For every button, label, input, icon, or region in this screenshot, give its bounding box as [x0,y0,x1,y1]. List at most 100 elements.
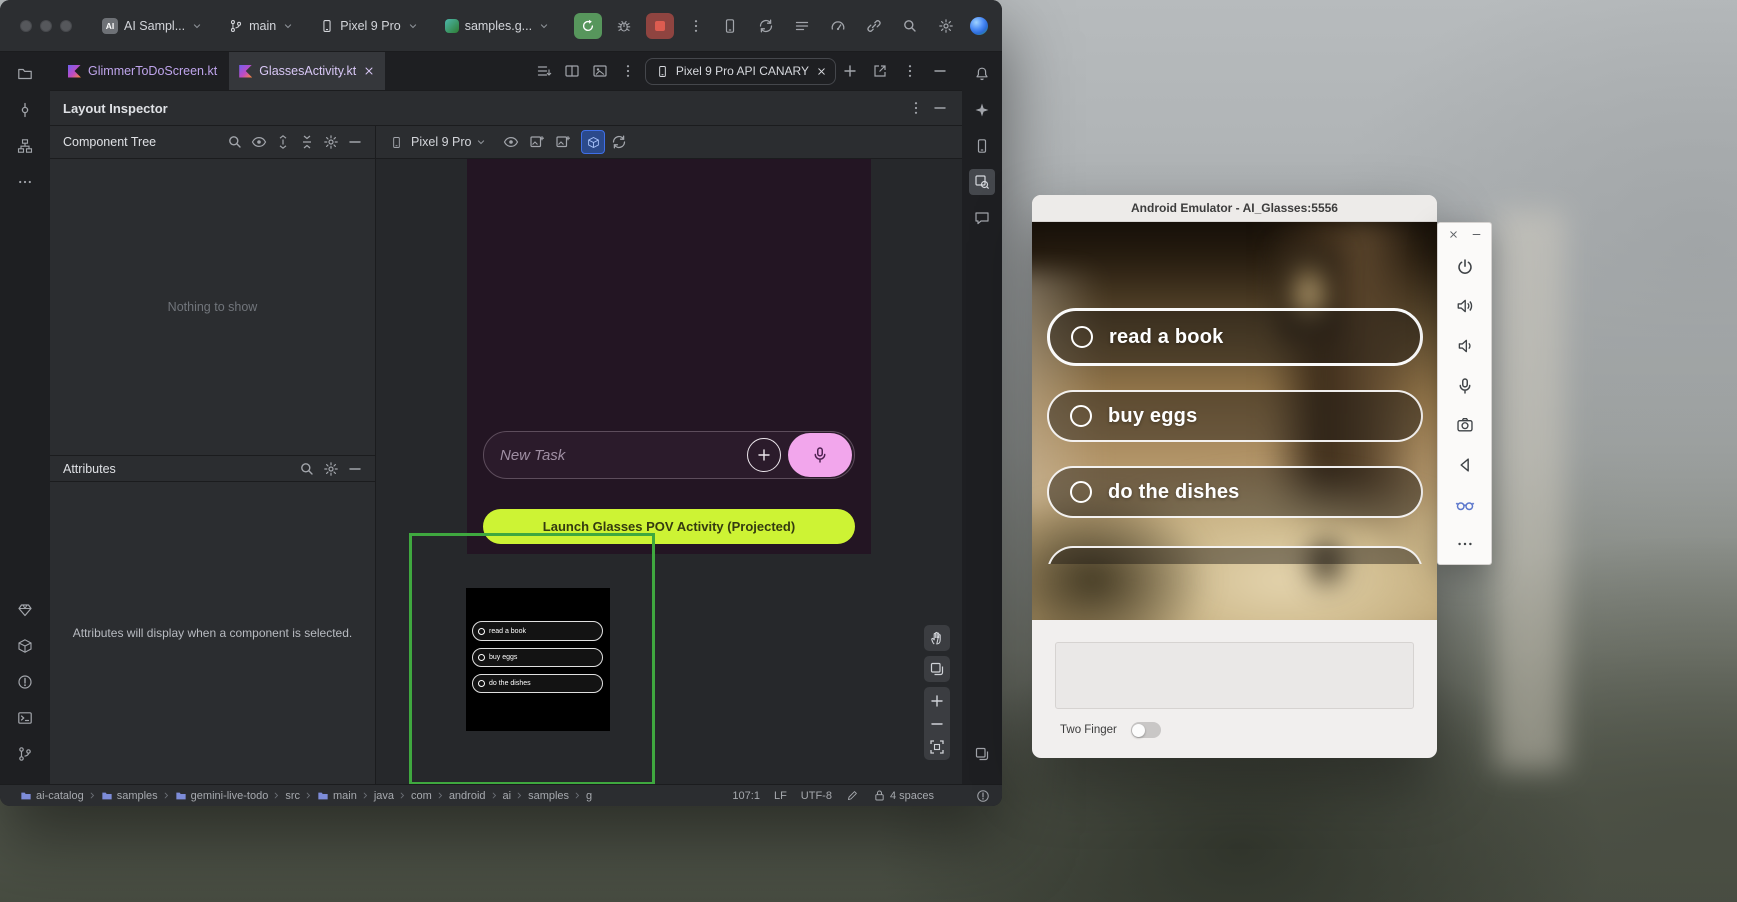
checkbox-circle-icon[interactable] [1070,481,1092,503]
zoom-in-button[interactable] [924,689,950,712]
pencil-icon[interactable] [846,789,859,802]
commit-tool-button[interactable] [12,97,38,123]
indent-widget[interactable]: 4 spaces [873,789,934,802]
branch-selector[interactable]: main [221,15,302,37]
more-run-actions-button[interactable] [684,14,708,38]
refresh-view-button[interactable] [607,130,631,154]
back-button[interactable] [1445,445,1485,485]
gesture-input-area[interactable] [1055,642,1414,709]
breadcrumb-item[interactable]: samples [528,790,569,802]
run-config-selector[interactable]: samples.g... [437,15,558,37]
hide-tree-button[interactable] [343,130,367,154]
minimize-icon[interactable] [1471,229,1482,240]
editor-more-button[interactable] [616,59,640,83]
device-manager-button[interactable] [969,133,995,159]
whats-new-button[interactable] [12,597,38,623]
problems-tool-button[interactable] [12,669,38,695]
more-options-button[interactable] [1445,524,1485,564]
pan-mode-button[interactable] [924,625,950,651]
layout-inspector-button[interactable] [969,169,995,195]
rendered-phone-screen[interactable]: New Task Launch Glasses POV Activity (Pr… [467,159,871,554]
hide-attributes-button[interactable] [343,457,367,481]
breadcrumb-item[interactable]: main [317,790,357,802]
tab-glimmertodoscreen[interactable]: GlimmerToDoScreen.kt [58,52,227,90]
breadcrumb-item[interactable]: android [449,790,486,802]
hide-device-panel-button[interactable] [928,59,952,83]
glasses-mode-button[interactable] [1445,485,1485,525]
profile-avatar[interactable] [970,17,988,35]
collapse-all-button[interactable] [295,130,319,154]
profiler-button[interactable] [826,14,850,38]
running-devices-button[interactable] [718,14,742,38]
terminal-tool-button[interactable] [12,705,38,731]
device-selector[interactable]: Pixel 9 Pro [312,15,426,37]
chevron-down-icon[interactable] [475,136,487,148]
breadcrumb-item[interactable]: samples [101,790,158,802]
snapshot-button[interactable] [525,130,549,154]
editor-list-button[interactable] [532,59,556,83]
running-devices-tool-button[interactable] [969,741,995,767]
tree-settings-button[interactable] [319,130,343,154]
encoding-widget[interactable]: UTF-8 [801,790,832,802]
notifications-button[interactable] [969,61,995,87]
layer-mode-button[interactable] [924,656,950,682]
ar-todo-item-focused[interactable]: read a book [1047,308,1423,366]
project-tool-button[interactable] [12,61,38,87]
new-task-field[interactable]: New Task [483,431,855,479]
tab-glassesactivity[interactable]: GlassesActivity.kt [229,52,385,90]
sync-project-button[interactable] [754,14,778,38]
device-panel-more-button[interactable] [898,59,922,83]
close-icon[interactable] [1448,229,1459,240]
search-everywhere-button[interactable] [898,14,922,38]
settings-button[interactable] [934,14,958,38]
tree-search-button[interactable] [223,130,247,154]
pov-todo-item[interactable]: read a book [472,621,603,641]
launch-glasses-button[interactable]: Launch Glasses POV Activity (Projected) [483,509,855,544]
device-link-button[interactable] [862,14,886,38]
app-insights-button[interactable] [969,205,995,231]
pov-todo-item[interactable]: do the dishes [472,674,603,693]
open-in-window-button[interactable] [868,59,892,83]
breadcrumb-item[interactable]: g [586,790,592,802]
breadcrumb-item[interactable]: com [411,790,432,802]
breadcrumb-item[interactable]: gemini-live-todo [175,790,269,802]
two-finger-toggle[interactable] [1131,722,1161,738]
power-button[interactable] [1445,247,1485,287]
close-window-button[interactable] [20,20,32,32]
view-options-button[interactable] [499,130,523,154]
emulator-titlebar[interactable]: Android Emulator - AI_Glasses:5556 [1032,195,1437,222]
ar-todo-item[interactable]: do the dishes [1047,466,1423,518]
tree-filter-button[interactable] [247,130,271,154]
add-task-button[interactable] [747,438,781,472]
more-tools-button[interactable] [12,169,38,195]
attributes-search-button[interactable] [295,457,319,481]
device-render-area[interactable]: New Task Launch Glasses POV Activity (Pr… [376,159,962,784]
zoom-to-fit-button[interactable] [924,735,950,758]
mic-button[interactable] [1445,366,1485,406]
inspector-options-button[interactable] [904,96,928,120]
preview-button[interactable] [588,59,612,83]
inspections-status-icon[interactable] [976,789,990,803]
dependencies-button[interactable] [12,633,38,659]
checkbox-circle-icon[interactable] [1070,405,1092,427]
logcat-button[interactable] [790,14,814,38]
minimize-window-button[interactable] [40,20,52,32]
ar-todo-item[interactable]: buy eggs [1047,390,1423,442]
glasses-pov-preview[interactable]: read a book buy eggs do the dishes [466,588,610,731]
zoom-window-button[interactable] [60,20,72,32]
voice-input-button[interactable] [788,433,852,477]
gemini-button[interactable] [969,97,995,123]
breadcrumb-item[interactable]: ai [503,790,512,802]
rerun-button[interactable] [574,13,602,39]
split-editor-button[interactable] [560,59,584,83]
emulator-camera-view[interactable]: read a book buy eggs do the dishes [1032,222,1437,620]
line-separator-widget[interactable]: LF [774,790,787,802]
volume-down-button[interactable] [1445,326,1485,366]
debug-button[interactable] [612,14,636,38]
breadcrumb-item[interactable]: src [285,790,300,802]
pov-todo-item[interactable]: buy eggs [472,648,603,667]
version-control-button[interactable] [12,741,38,767]
volume-up-button[interactable] [1445,286,1485,326]
project-selector[interactable]: AI AI Sampl... [94,14,211,38]
breadcrumb-item[interactable]: ai-catalog [20,790,84,802]
